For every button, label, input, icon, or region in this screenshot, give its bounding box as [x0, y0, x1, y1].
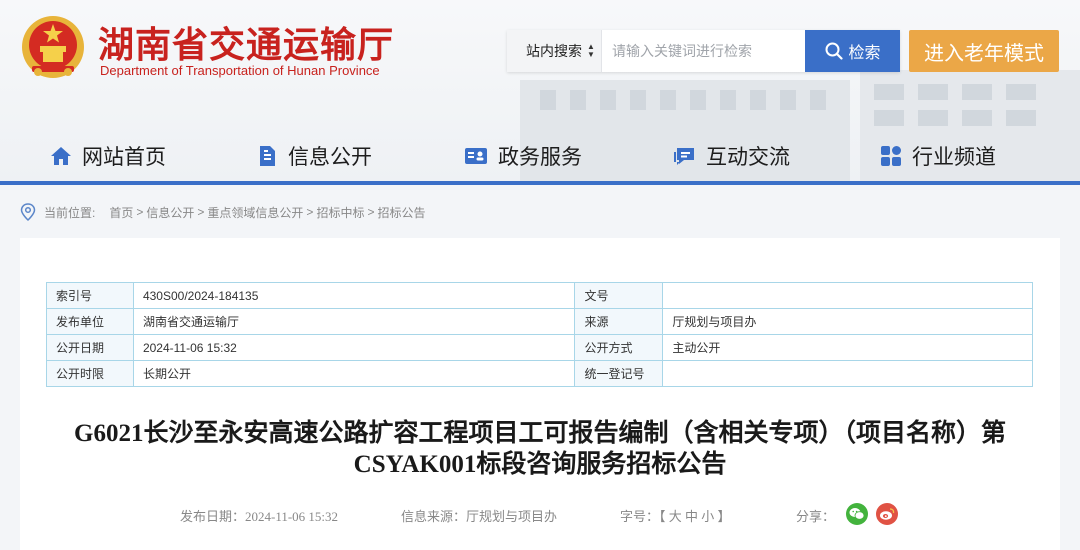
article-title: G6021长沙至永安高速公路扩容工程项目工可报告编制（含相关专项）（项目名称）第… — [20, 418, 1060, 480]
select-arrows-icon: ▲ ▼ — [587, 42, 595, 59]
home-icon — [51, 147, 71, 165]
weibo-share-button[interactable] — [876, 503, 898, 525]
weibo-icon — [880, 508, 895, 520]
table-row: 发布单位 湖南省交通运输厅 来源 厅规划与项目办 — [46, 308, 1033, 335]
article-title-line1: G6021长沙至永安高速公路扩容工程项目工可报告编制（含相关专项）（项目名称）第 — [74, 420, 1006, 447]
national-emblem-icon — [22, 16, 84, 78]
metadata-table: 索引号 430S00/2024-184135 文号 发布单位 湖南省交通运输厅 … — [46, 282, 1033, 387]
nav-label: 行业频道 — [912, 146, 996, 169]
breadcrumb-separator: > — [306, 205, 314, 219]
meta-key: 公开方式 — [574, 334, 664, 361]
breadcrumb-separator: > — [367, 205, 375, 219]
meta-value: 湖南省交通运输厅 — [132, 308, 576, 335]
breadcrumb-item-home[interactable]: 首页 — [109, 204, 133, 221]
breadcrumb: 当前位置: 首页 > 信息公开 > 重点领域信息公开 > 招标中标 > 招标公告 — [20, 202, 425, 222]
nav-label: 政务服务 — [498, 146, 582, 169]
elder-mode-button[interactable]: 进入老年模式 — [909, 30, 1059, 72]
search-button-label: 检索 — [848, 45, 881, 62]
nav-item-gov-services[interactable]: 政务服务 — [464, 136, 582, 176]
meta-key: 公开日期 — [46, 334, 134, 361]
site-title-cn: 湖南省交通运输厅 — [98, 25, 395, 66]
site-header: 湖南省交通运输厅 Department of Transportation of… — [0, 0, 1080, 184]
meta-value: 厅规划与项目办 — [662, 308, 1033, 335]
meta-value: 主动公开 — [662, 334, 1033, 361]
meta-value: 2024-11-06 15:32 — [132, 334, 576, 361]
wechat-share-button[interactable] — [846, 503, 868, 525]
search-icon — [825, 42, 843, 60]
breadcrumb-label: 当前位置: — [44, 205, 96, 220]
table-row: 公开日期 2024-11-06 15:32 公开方式 主动公开 — [46, 334, 1033, 361]
nav-item-home[interactable]: 网站首页 — [50, 136, 166, 176]
meta-key: 文号 — [574, 282, 664, 309]
table-row: 公开时限 长期公开 统一登记号 — [46, 360, 1033, 387]
id-card-icon — [465, 148, 487, 164]
nav-label: 信息公开 — [288, 146, 372, 169]
article-title-line2: CSYAK001标段咨询服务招标公告 — [353, 451, 727, 478]
breadcrumb-item-info-disclosure[interactable]: 信息公开 — [146, 204, 194, 221]
document-icon — [260, 146, 275, 166]
article-card: 索引号 430S00/2024-184135 文号 发布单位 湖南省交通运输厅 … — [20, 238, 1060, 550]
meta-key: 来源 — [574, 308, 664, 335]
meta-value — [662, 360, 1033, 387]
meta-key: 发布单位 — [46, 308, 134, 335]
nav-item-industry-channel[interactable]: 行业频道 — [880, 136, 996, 176]
breadcrumb-separator: > — [136, 205, 144, 219]
breadcrumb-item-bid-notice[interactable]: 招标公告 — [377, 204, 425, 221]
breadcrumb-item-bidding[interactable]: 招标中标 — [316, 204, 364, 221]
breadcrumb-item-key-areas[interactable]: 重点领域信息公开 — [207, 204, 303, 221]
meta-key: 公开时限 — [46, 360, 134, 387]
table-row: 索引号 430S00/2024-184135 文号 — [46, 282, 1033, 309]
share-label: 分享： — [796, 509, 836, 524]
publish-date: 发布日期：2024-11-06 15:32 — [180, 509, 339, 524]
chat-icon — [674, 148, 694, 165]
meta-key: 索引号 — [46, 282, 134, 309]
nav-item-interaction[interactable]: 互动交流 — [672, 136, 790, 176]
search-button[interactable]: 检索 — [805, 30, 900, 72]
search-scope-select[interactable]: 站内搜索 ▲ ▼ — [507, 30, 602, 72]
meta-value — [662, 282, 1033, 309]
meta-value: 430S00/2024-184135 — [132, 282, 576, 309]
search-input[interactable] — [601, 30, 806, 72]
nav-divider — [0, 181, 1080, 185]
nav-label: 网站首页 — [82, 146, 166, 169]
meta-value: 长期公开 — [132, 360, 576, 387]
search-scope-label: 站内搜索 — [525, 43, 582, 59]
font-size-control[interactable]: 字号：【 大 中 小 】 — [620, 506, 731, 525]
main-nav: 网站首页 信息公开 政务服务 互动交流 行业频道 — [0, 136, 1080, 176]
nav-item-info-disclosure[interactable]: 信息公开 — [256, 136, 372, 176]
search-bar: 站内搜索 ▲▼ 检索 — [507, 30, 900, 72]
wechat-icon — [849, 508, 865, 520]
nav-label: 互动交流 — [706, 146, 790, 169]
info-source: 信息来源：厅规划与项目办 — [401, 509, 558, 524]
grid-icon — [881, 146, 901, 166]
breadcrumb-separator: > — [197, 205, 205, 219]
meta-key: 统一登记号 — [574, 360, 664, 387]
location-pin-icon — [20, 203, 36, 221]
site-title-en: Department of Transportation of Hunan Pr… — [100, 63, 380, 78]
